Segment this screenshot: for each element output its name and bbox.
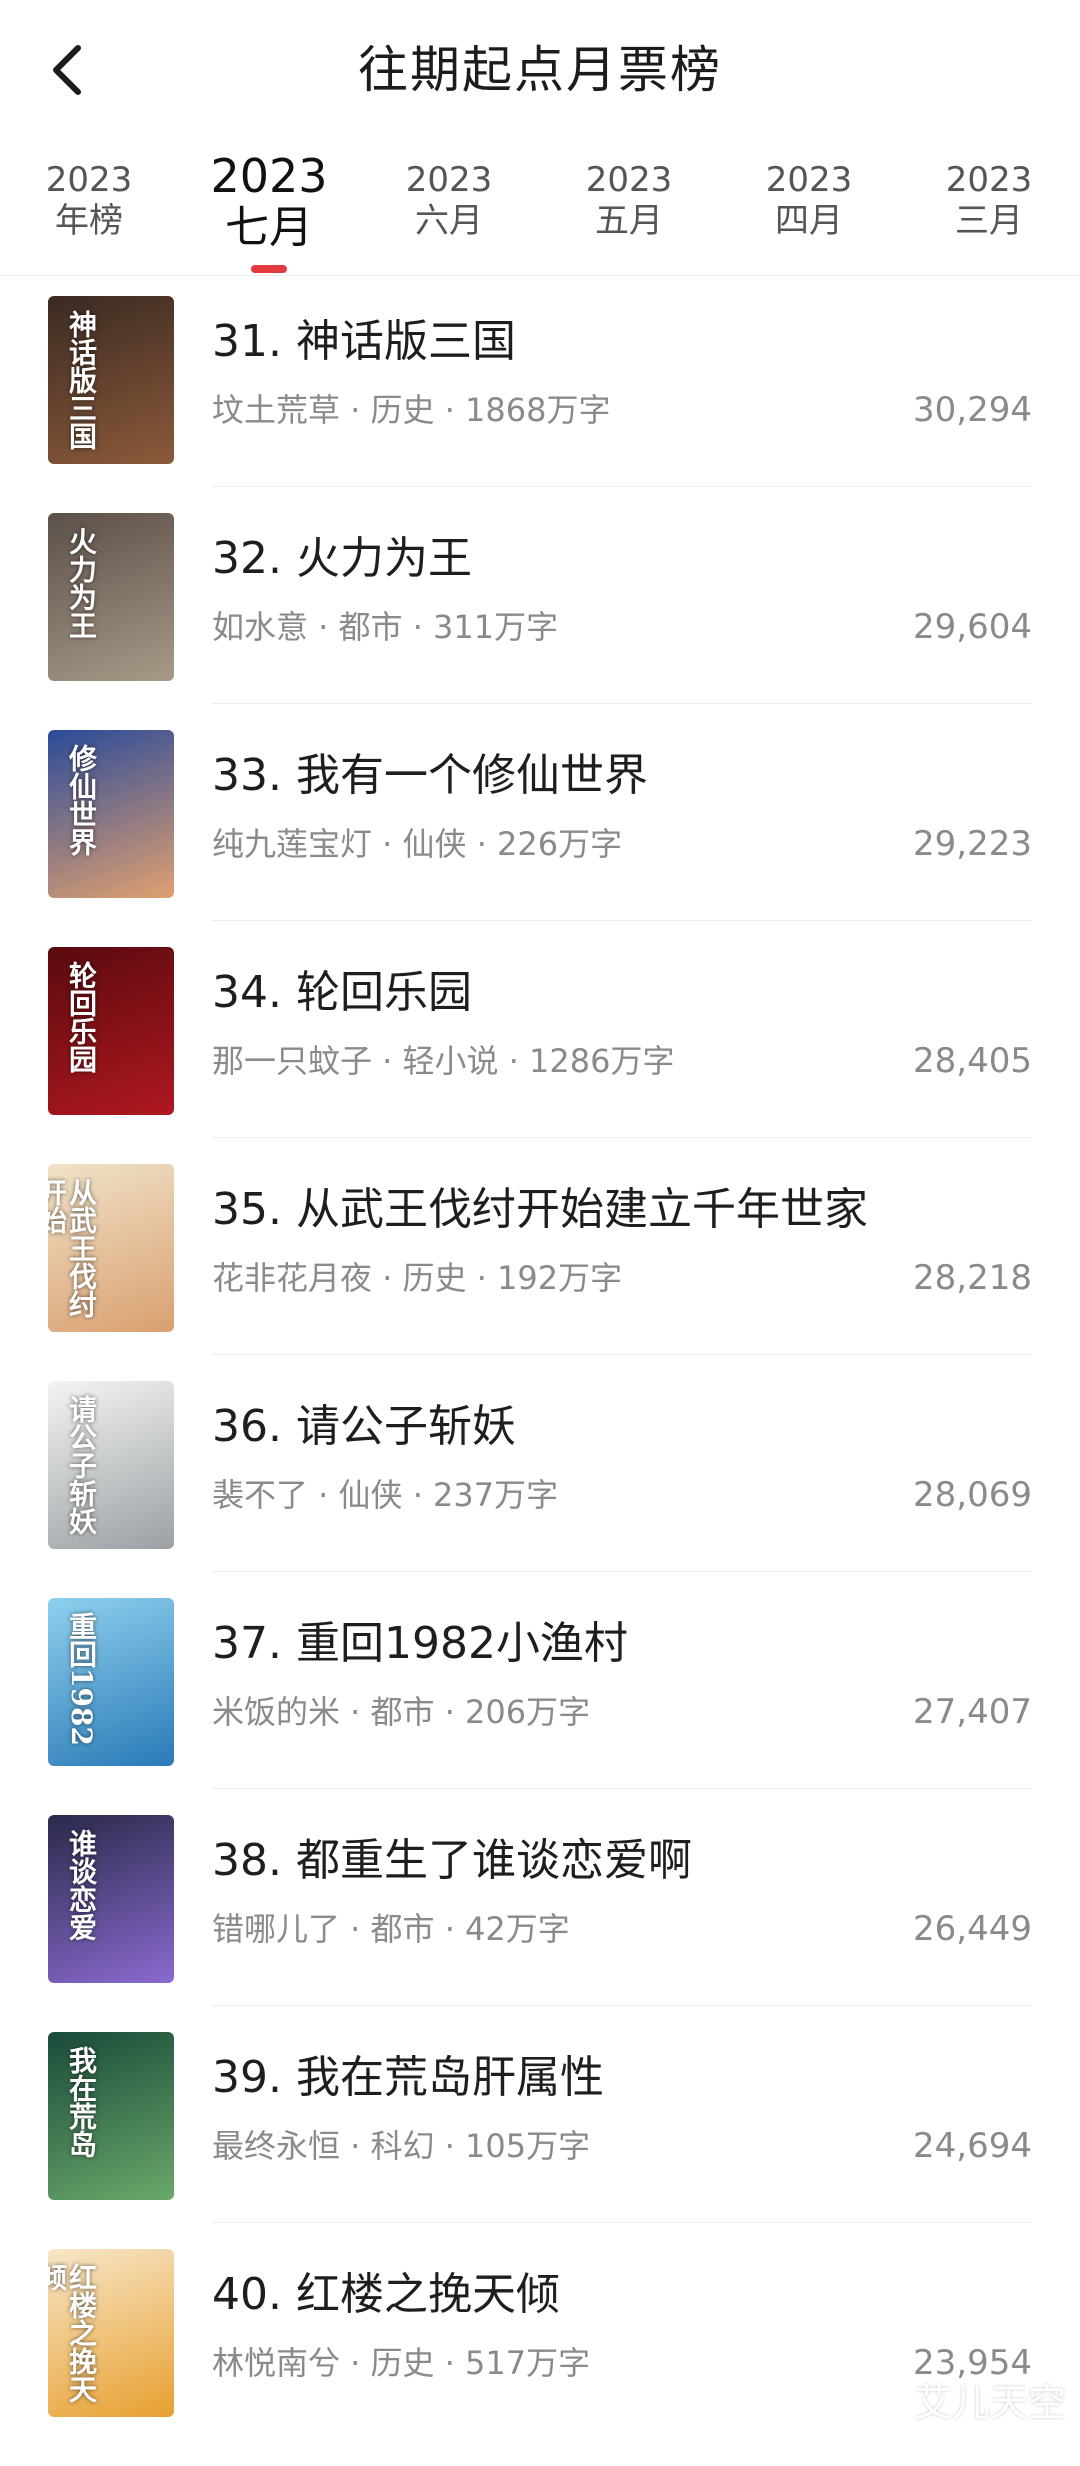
book-title[interactable]: 31. 神话版三国 (212, 312, 1032, 372)
book-meta: 错哪儿了 · 都市 · 42万字 (212, 1910, 570, 1948)
tab-year: 2023 (765, 160, 853, 200)
book-cover[interactable]: 谁谈恋爱 (48, 1815, 174, 1983)
book-cover[interactable]: 火力为王 (48, 513, 174, 681)
tab-3[interactable]: 2023 五月 (544, 160, 714, 242)
page-title: 往期起点月票榜 (358, 41, 722, 99)
row-divider (212, 703, 1032, 704)
tab-label: 年榜 (55, 201, 123, 241)
book-meta: 花非花月夜 · 历史 · 192万字 (212, 1259, 623, 1297)
tab-year: 2023 (945, 160, 1033, 200)
cover-title-art: 重回1982 (65, 1612, 98, 1746)
monthly-ticket-count: 28,405 (913, 1041, 1032, 1081)
ranking-list: 神话版三国 31. 神话版三国坟土荒草 · 历史 · 1868万字 30,294 火力… (0, 296, 1080, 2466)
monthly-ticket-count: 28,069 (913, 1475, 1032, 1515)
book-cover[interactable]: 红楼之挽天倾 (48, 2249, 174, 2417)
book-cover[interactable]: 重回1982 (48, 1598, 174, 1766)
monthly-ticket-count: 24,694 (913, 2126, 1032, 2166)
book-cover[interactable]: 从武王伐纣开始 (48, 1164, 174, 1332)
cover-title-art: 神话版三国 (65, 310, 98, 450)
tab-year: 2023 (585, 160, 673, 200)
book-title[interactable]: 33. 我有一个修仙世界 (212, 746, 1032, 806)
monthly-ticket-count: 26,449 (913, 1909, 1032, 1949)
row-divider (212, 2005, 1032, 2006)
tab-4[interactable]: 2023 四月 (724, 160, 894, 242)
cover-title-art: 火力为王 (65, 527, 98, 639)
book-cover[interactable]: 神话版三国 (48, 296, 174, 464)
tab-year: 2023 (405, 160, 493, 200)
cover-title-art: 红楼之挽天倾 (48, 2263, 98, 2403)
tab-label: 七月 (225, 202, 313, 253)
book-cover[interactable]: 请公子斩妖 (48, 1381, 174, 1549)
tab-5[interactable]: 2023 三月 (904, 160, 1074, 242)
top-bar: 往期起点月票榜 (0, 0, 1080, 140)
book-meta: 那一只蚊子 · 轻小说 · 1286万字 (212, 1042, 675, 1080)
cover-title-art: 修仙世界 (65, 744, 98, 856)
row-divider (212, 920, 1032, 921)
book-title[interactable]: 40. 红楼之挽天倾 (212, 2265, 1032, 2325)
row-divider (212, 2222, 1032, 2223)
list-item[interactable]: 从武王伐纣开始 35. 从武王伐纣开始建立千年世家花非花月夜 · 历史 · 192… (0, 1164, 1080, 1381)
list-item[interactable]: 火力为王 32. 火力为王如水意 · 都市 · 311万字 29,604 (0, 513, 1080, 730)
cover-title-art: 谁谈恋爱 (65, 1829, 98, 1941)
active-tab-indicator (251, 265, 287, 273)
cover-title-art: 请公子斩妖 (65, 1395, 98, 1535)
book-meta: 坟土荒草 · 历史 · 1868万字 (212, 391, 611, 429)
list-item[interactable]: 红楼之挽天倾 40. 红楼之挽天倾 林悦南兮 · 历史 · 517万字 23,954 (0, 2249, 1080, 2466)
list-item[interactable]: 请公子斩妖 36. 请公子斩妖裴不了 · 仙侠 · 237万字 28,069 (0, 1381, 1080, 1598)
tab-year: 2023 (210, 149, 328, 203)
book-title[interactable]: 35. 从武王伐纣开始建立千年世家 (212, 1180, 1032, 1240)
tab-label: 六月 (415, 201, 483, 241)
cover-title-art: 从武王伐纣开始 (48, 1178, 98, 1318)
book-title[interactable]: 37. 重回1982小渔村 (212, 1614, 1032, 1674)
row-divider (212, 486, 1032, 487)
list-item[interactable]: 轮回乐园 34. 轮回乐园那一只蚊子 · 轻小说 · 1286万字 28,405 (0, 947, 1080, 1164)
tab-2[interactable]: 2023 六月 (364, 160, 534, 242)
book-meta: 最终永恒 · 科幻 · 105万字 (212, 2127, 591, 2165)
tab-year: 2023 (45, 160, 133, 200)
book-title[interactable]: 34. 轮回乐园 (212, 963, 1032, 1023)
list-item[interactable]: 谁谈恋爱 38. 都重生了谁谈恋爱啊错哪儿了 · 都市 · 42万字 26,449 (0, 1815, 1080, 2032)
list-item[interactable]: 神话版三国 31. 神话版三国坟土荒草 · 历史 · 1868万字 30,294 (0, 296, 1080, 513)
row-divider (212, 1354, 1032, 1355)
book-cover[interactable]: 我在荒岛 (48, 2032, 174, 2200)
book-meta: 如水意 · 都市 · 311万字 (212, 608, 559, 646)
month-tabs: 2023 年榜 2023 七月 2023 六月 2023 五月 2023 四月 2023 三月 (0, 140, 1080, 276)
book-meta: 米饭的米 · 都市 · 206万字 (212, 1693, 591, 1731)
row-divider (212, 1571, 1032, 1572)
book-cover[interactable]: 修仙世界 (48, 730, 174, 898)
book-title[interactable]: 38. 都重生了谁谈恋爱啊 (212, 1831, 1032, 1891)
row-divider (212, 1137, 1032, 1138)
book-meta: 纯九莲宝灯 · 仙侠 · 226万字 (212, 825, 623, 863)
watermark: 艾儿天空 (913, 2381, 1066, 2425)
book-title[interactable]: 39. 我在荒岛肝属性 (212, 2048, 1032, 2108)
book-meta: 林悦南兮 · 历史 · 517万字 (212, 2344, 591, 2382)
book-meta: 裴不了 · 仙侠 · 237万字 (212, 1476, 559, 1514)
list-item[interactable]: 我在荒岛 39. 我在荒岛肝属性最终永恒 · 科幻 · 105万字 24,694 (0, 2032, 1080, 2249)
monthly-ticket-count: 29,223 (913, 824, 1032, 864)
monthly-ticket-count: 27,407 (913, 1692, 1032, 1732)
book-title[interactable]: 36. 请公子斩妖 (212, 1397, 1032, 1457)
tab-label: 四月 (775, 201, 843, 241)
tab-label: 五月 (595, 201, 663, 241)
row-divider (212, 1788, 1032, 1789)
tab-label: 三月 (955, 201, 1023, 241)
list-item[interactable]: 修仙世界 33. 我有一个修仙世界纯九莲宝灯 · 仙侠 · 226万字 29,223 (0, 730, 1080, 947)
book-title[interactable]: 32. 火力为王 (212, 529, 1032, 589)
cover-title-art: 轮回乐园 (65, 961, 98, 1073)
tab-0[interactable]: 2023 年榜 (4, 160, 174, 242)
cover-title-art: 我在荒岛 (65, 2046, 98, 2158)
monthly-ticket-count: 29,604 (913, 607, 1032, 647)
monthly-ticket-count: 28,218 (913, 1258, 1032, 1298)
tab-1[interactable]: 2023 七月 (184, 150, 354, 254)
book-cover[interactable]: 轮回乐园 (48, 947, 174, 1115)
list-item[interactable]: 重回1982 37. 重回1982小渔村米饭的米 · 都市 · 206万字 27,4… (0, 1598, 1080, 1815)
monthly-ticket-count: 30,294 (913, 390, 1032, 430)
